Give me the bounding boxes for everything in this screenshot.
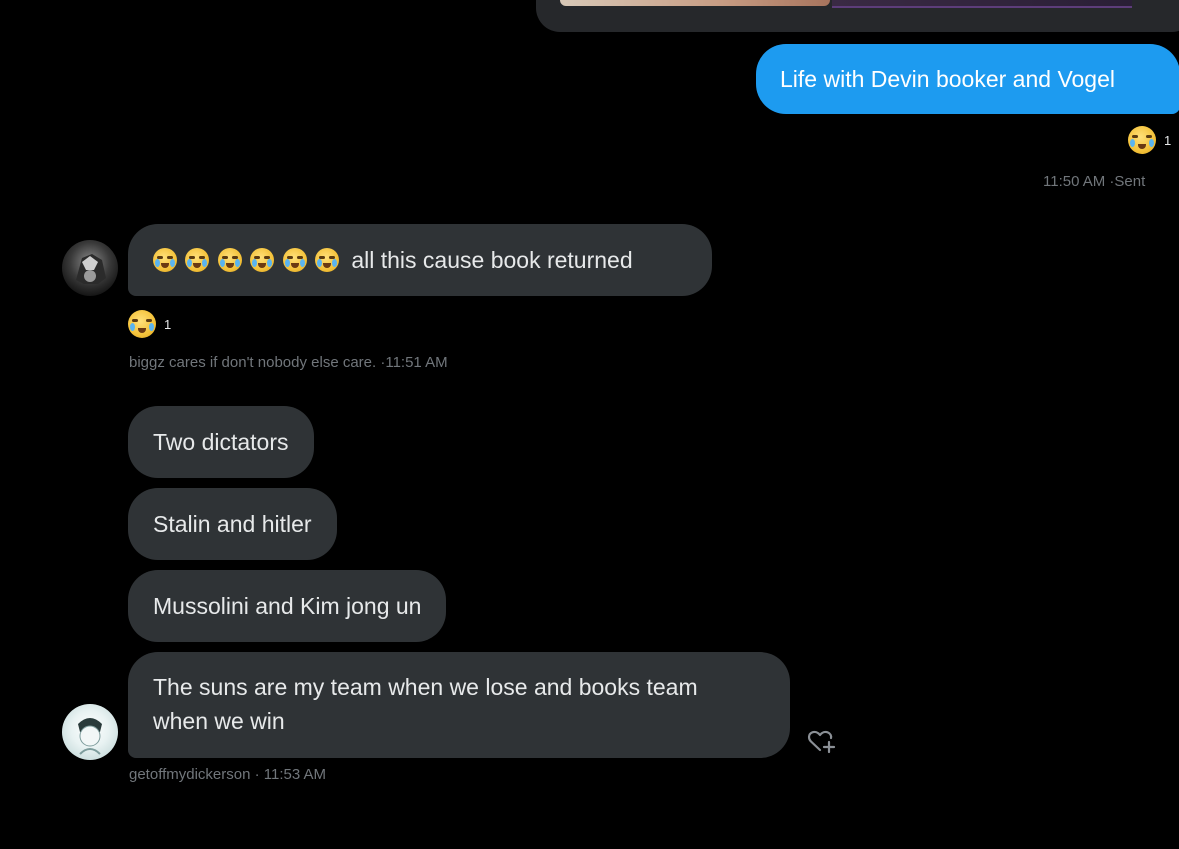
reaction-count: 1	[1164, 132, 1172, 148]
loudly-crying-face-icon	[185, 248, 210, 272]
sent-message-meta: 11:50 AM ·Sent	[1043, 173, 1146, 190]
received-message-bubble[interactable]: The suns are my team when we lose and bo…	[128, 652, 790, 758]
loudly-crying-face-icon	[314, 248, 339, 272]
face-with-tears-of-joy-icon	[1128, 126, 1156, 154]
media-attachment[interactable]	[536, 0, 1179, 32]
loudly-crying-face-icon	[250, 248, 275, 272]
heart-plus-icon[interactable]	[804, 724, 838, 758]
received-message-meta: biggz cares if don't nobody else care. ·…	[129, 354, 448, 371]
received-message-bubble[interactable]: Stalin and hitler	[128, 488, 337, 560]
avatar[interactable]	[62, 240, 118, 296]
media-thumbnail-right	[832, 0, 1132, 8]
received-message-reaction[interactable]: 1	[128, 310, 171, 338]
loudly-crying-face-icon	[282, 248, 307, 272]
reaction-count: 1	[164, 316, 172, 332]
loudly-crying-face-icon	[153, 248, 177, 272]
avatar[interactable]	[62, 704, 118, 760]
received-message-text: Mussolini and Kim jong un	[153, 593, 422, 619]
media-thumbnail-left	[560, 0, 830, 6]
loudly-crying-face-icon	[217, 248, 242, 272]
received-message-bubble[interactable]: all this cause book returned	[128, 224, 712, 296]
received-message-bubble[interactable]: Mussolini and Kim jong un	[128, 570, 447, 642]
sent-message-bubble[interactable]: Life with Devin booker and Vogel	[756, 44, 1179, 114]
avatar-image	[76, 254, 106, 284]
sent-message-text: Life with Devin booker and Vogel	[780, 66, 1115, 92]
received-message-text: Two dictators	[153, 429, 289, 455]
received-message-text-line: The suns are my team when we lose and bo…	[153, 674, 698, 700]
sent-message-reaction[interactable]: 1	[1128, 126, 1171, 154]
received-message-text: Stalin and hitler	[153, 511, 312, 537]
received-message-text: all this cause book returned	[351, 247, 633, 273]
received-message-bubble[interactable]: Two dictators	[128, 406, 314, 478]
face-with-tears-of-joy-icon	[128, 310, 156, 338]
received-message-meta: getoffmydickerson · 11:53 AM	[129, 766, 327, 783]
received-message-text-line: when we win	[153, 708, 285, 734]
avatar-image	[78, 718, 102, 755]
